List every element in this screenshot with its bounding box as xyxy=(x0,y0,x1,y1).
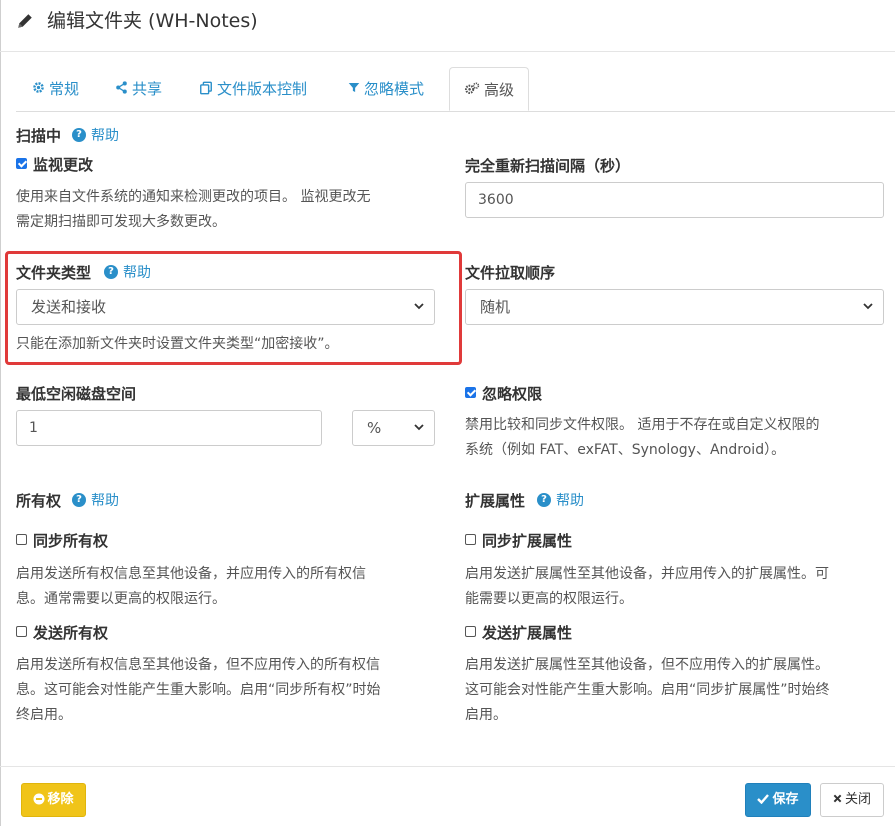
close-label: 关闭 xyxy=(844,792,871,807)
question-icon: ? xyxy=(72,493,86,507)
desc-line: 息。通常需要以更高的权限运行。 xyxy=(16,591,226,607)
chevron-down-icon xyxy=(863,303,873,310)
tab-general[interactable]: 常规 xyxy=(32,67,79,111)
ownership-heading: 所有权 xyxy=(16,492,62,510)
pull-order-label: 文件拉取顺序 xyxy=(465,264,556,282)
close-icon xyxy=(833,794,842,803)
copy-icon xyxy=(200,81,212,94)
desc-line: 启用发送所有权信息至其他设备，但不应用传入的所有权信 xyxy=(16,657,380,673)
tab-sharing[interactable]: 共享 xyxy=(115,67,162,111)
send-ownership-checkbox[interactable] xyxy=(16,626,27,637)
send-ownership-description: 启用发送所有权信息至其他设备，但不应用传入的所有权信 息。这可能会对性能产生重大… xyxy=(16,653,456,728)
folder-type-select[interactable]: 发送和接收 xyxy=(16,289,435,325)
save-button[interactable]: 保存 xyxy=(745,783,811,817)
close-button[interactable]: 关闭 xyxy=(820,783,884,817)
sync-ownership-label: 同步所有权 xyxy=(33,532,109,550)
window-edge xyxy=(0,0,1,826)
send-ownership-label: 发送所有权 xyxy=(33,624,109,642)
watch-changes-label: 监视更改 xyxy=(33,156,94,174)
ignore-perms-label: 忽略权限 xyxy=(482,385,543,403)
tab-label: 高级 xyxy=(484,81,515,99)
filter-icon xyxy=(348,83,360,92)
min-disk-input[interactable]: 1 xyxy=(16,410,322,446)
sync-xattrs-description: 启用发送扩展属性至其他设备，并应用传入的扩展属性。可 能需要以更高的权限运行。 xyxy=(465,562,893,612)
help-label: 帮助 xyxy=(556,493,584,509)
pencil-icon xyxy=(18,14,32,28)
chevron-down-icon xyxy=(414,424,424,431)
send-xattrs-checkbox[interactable] xyxy=(465,626,476,637)
desc-line: 使用来自文件系统的通知来检测更改的项目。 监视更改无 xyxy=(16,189,371,205)
send-xattrs-label: 发送扩展属性 xyxy=(482,624,573,642)
ignore-perms-description: 禁用比较和同步文件权限。 适用于不存在或自定义权限的 系统（例如 FAT、exF… xyxy=(465,413,893,463)
desc-line: 启用发送所有权信息至其他设备，并应用传入的所有权信 xyxy=(16,566,366,582)
sync-ownership-description: 启用发送所有权信息至其他设备，并应用传入的所有权信 息。通常需要以更高的权限运行… xyxy=(16,562,446,612)
xattrs-help-link[interactable]: ? 帮助 xyxy=(537,490,584,510)
minus-circle-icon xyxy=(33,793,45,804)
tab-label: 共享 xyxy=(132,80,163,98)
sync-ownership-checkbox[interactable] xyxy=(16,534,27,545)
desc-line: 能需要以更高的权限运行。 xyxy=(465,591,633,607)
tab-label: 文件版本控制 xyxy=(217,80,308,98)
desc-line: 终启用。 xyxy=(16,707,72,723)
folder-type-value: 发送和接收 xyxy=(31,298,107,316)
gears-icon xyxy=(464,82,480,94)
desc-line: 启用发送扩展属性至其他设备，但不应用传入的扩展属性。 xyxy=(465,657,829,673)
tab-versioning[interactable]: 文件版本控制 xyxy=(199,67,307,111)
gear-icon xyxy=(33,82,44,93)
rescan-interval-label: 完全重新扫描间隔（秒） xyxy=(465,157,631,175)
remove-label: 移除 xyxy=(47,792,74,807)
scanning-help-link[interactable]: ? 帮助 xyxy=(72,125,119,145)
ignore-perms-checkbox[interactable] xyxy=(465,387,476,398)
help-label: 帮助 xyxy=(123,265,151,281)
sync-xattrs-checkbox[interactable] xyxy=(465,534,476,545)
folder-type-help-link[interactable]: ? 帮助 xyxy=(104,262,151,282)
tab-advanced[interactable]: 高级 xyxy=(449,67,530,111)
tab-label: 常规 xyxy=(49,80,80,98)
xattrs-heading: 扩展属性 xyxy=(465,492,526,510)
ownership-help-link[interactable]: ? 帮助 xyxy=(72,490,119,510)
help-label: 帮助 xyxy=(91,493,119,509)
watch-changes-checkbox[interactable] xyxy=(16,158,27,169)
desc-line: 启用。 xyxy=(465,707,507,723)
rescan-interval-input[interactable]: 3600 xyxy=(465,182,884,218)
desc-line: 启用发送扩展属性至其他设备，并应用传入的扩展属性。可 xyxy=(465,566,829,582)
question-icon: ? xyxy=(72,128,86,142)
save-label: 保存 xyxy=(772,792,799,807)
desc-line: 系统（例如 FAT、exFAT、Synology、Android）。 xyxy=(465,442,786,458)
pull-order-value: 随机 xyxy=(480,298,511,316)
dialog-footer: 移除 保存 关闭 xyxy=(0,766,895,827)
sync-xattrs-label: 同步扩展属性 xyxy=(482,532,573,550)
desc-line: 需定期扫描即可发现大多数更改。 xyxy=(16,214,226,230)
desc-line: 禁用比较和同步文件权限。 适用于不存在或自定义权限的 xyxy=(465,417,820,433)
check-icon xyxy=(757,794,770,805)
help-label: 帮助 xyxy=(91,128,119,144)
remove-button[interactable]: 移除 xyxy=(21,783,86,817)
tab-label: 忽略模式 xyxy=(364,80,425,98)
tab-ignore-patterns[interactable]: 忽略模式 xyxy=(348,67,424,111)
folder-type-note: 只能在添加新文件夹时设置文件夹类型“加密接收”。 xyxy=(16,336,339,352)
chevron-down-icon xyxy=(414,303,424,310)
question-icon: ? xyxy=(104,265,118,279)
desc-line: 息。这可能会对性能产生重大影响。启用“同步所有权”时始 xyxy=(16,682,381,698)
dialog-header: 编辑文件夹 (WH-Notes) xyxy=(0,0,895,52)
send-xattrs-description: 启用发送扩展属性至其他设备，但不应用传入的扩展属性。 这可能会对性能产生重大影响… xyxy=(465,653,893,728)
watch-changes-description: 使用来自文件系统的通知来检测更改的项目。 监视更改无 需定期扫描即可发现大多数更… xyxy=(16,185,446,235)
question-icon: ? xyxy=(537,493,551,507)
min-disk-unit-value: % xyxy=(367,419,382,437)
tab-bar: 常规 共享 文件版本控制 忽略模式 高级 xyxy=(16,67,895,112)
min-disk-unit-select[interactable]: % xyxy=(352,410,435,446)
desc-line: 这可能会对性能产生重大影响。启用“同步扩展属性”时始终 xyxy=(465,682,830,698)
pull-order-select[interactable]: 随机 xyxy=(465,289,884,325)
scanning-heading: 扫描中 xyxy=(16,127,62,145)
min-disk-label: 最低空闲磁盘空间 xyxy=(16,385,137,403)
dialog-title: 编辑文件夹 (WH-Notes) xyxy=(47,10,258,32)
folder-type-label: 文件夹类型 xyxy=(16,264,92,282)
share-icon xyxy=(116,81,127,94)
